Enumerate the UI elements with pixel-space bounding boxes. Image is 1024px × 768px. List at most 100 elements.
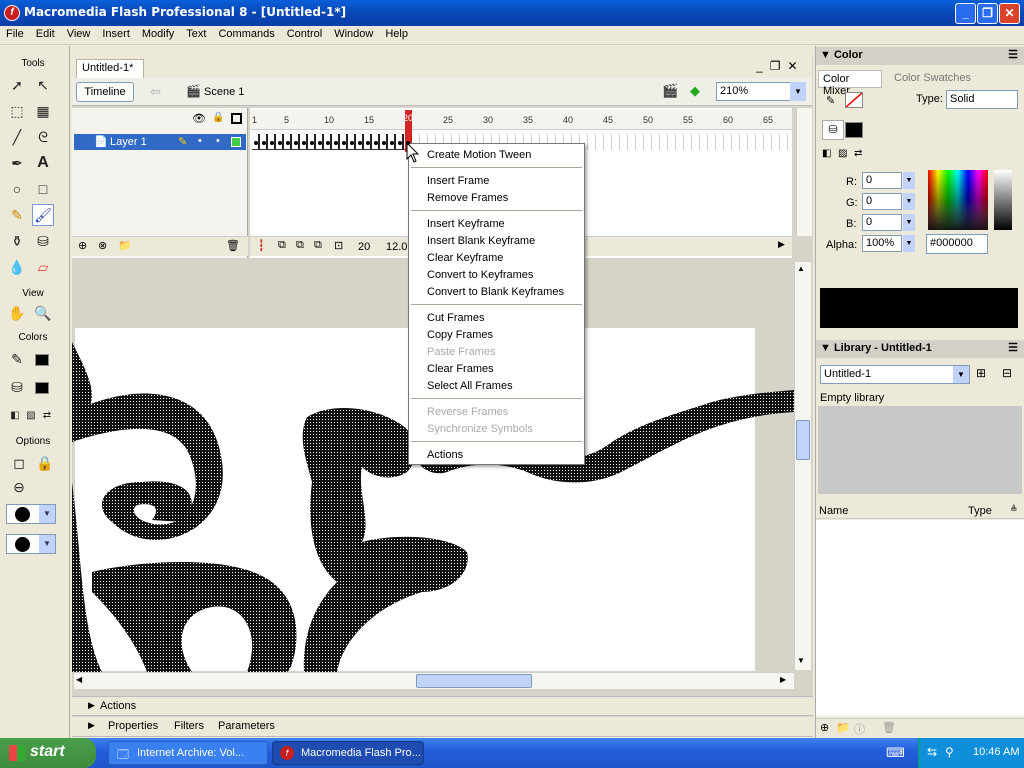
fill-color-swatch[interactable]	[845, 122, 863, 138]
stage-vscrollbar[interactable]: ▲ ▼	[794, 262, 811, 670]
edit-scene-icon[interactable]: 🎬	[662, 83, 678, 99]
keyframe-dot[interactable]	[390, 141, 394, 145]
keyframe-dot[interactable]	[278, 141, 282, 145]
brush-tool-icon[interactable]: 🖌	[32, 204, 54, 226]
color-spectrum[interactable]	[928, 170, 988, 230]
keyframe-dot[interactable]	[294, 141, 298, 145]
chevron-down-icon[interactable]: ▼	[953, 366, 969, 383]
stage-hscrollbar[interactable]: ◀ ▶	[74, 672, 794, 689]
scene-name[interactable]: Scene 1	[204, 86, 244, 98]
layer-visible-dot-icon[interactable]: •	[198, 135, 202, 147]
blue-input[interactable]: 0	[862, 214, 902, 231]
zoom-tool-icon[interactable]: 🔍	[32, 302, 54, 324]
new-folder-icon[interactable]: 📁	[836, 721, 850, 734]
properties-icon[interactable]: ⓘ	[854, 721, 865, 737]
keyboard-icon[interactable]: ⌨	[886, 745, 905, 761]
edit-multiple-frames-icon[interactable]: ⧉	[314, 239, 322, 252]
selection-tool-icon[interactable]: ➚	[6, 74, 28, 96]
menu-item-insert-keyframe[interactable]: Insert Keyframe	[427, 218, 505, 230]
swap-colors-icon[interactable]: ⇄	[854, 148, 862, 159]
onion-skin-outlines-icon[interactable]: ⧉	[296, 239, 304, 252]
chevron-down-icon[interactable]: ▼	[903, 214, 915, 231]
menu-help[interactable]: Help	[379, 26, 414, 40]
keyframe-dot[interactable]	[358, 141, 362, 145]
sort-icon[interactable]: ≜	[1010, 504, 1018, 515]
keyframe-dot[interactable]	[318, 141, 322, 145]
red-input[interactable]: 0	[862, 172, 902, 189]
keyframe-dot[interactable]	[262, 141, 266, 145]
green-input[interactable]: 0	[862, 193, 902, 210]
tab-properties[interactable]: Properties	[108, 720, 158, 732]
fill-color-swatch[interactable]	[35, 382, 49, 394]
keyframe-dot[interactable]	[254, 141, 258, 145]
object-drawing-icon[interactable]: ◻	[8, 452, 30, 474]
gradient-transform-tool-icon[interactable]: ▦	[32, 100, 54, 122]
stroke-color-swatch[interactable]	[35, 354, 49, 366]
lock-all-icon[interactable]: 🔒	[212, 112, 224, 123]
keyframe-dot[interactable]	[310, 141, 314, 145]
minimize-button[interactable]: _	[955, 3, 976, 24]
delete-icon[interactable]: 🗑	[882, 721, 896, 734]
menu-item-clear-keyframe[interactable]: Clear Keyframe	[427, 252, 503, 264]
timeline-toggle-button[interactable]: Timeline	[76, 82, 134, 102]
fill-type-select[interactable]: Solid	[946, 90, 1018, 109]
chevron-down-icon[interactable]: ▼	[903, 193, 915, 210]
free-transform-tool-icon[interactable]: ⬚	[6, 100, 28, 122]
brush-size-dropdown[interactable]: ▼	[6, 504, 56, 524]
center-frame-icon[interactable]: ┇	[258, 239, 265, 252]
menu-item-create-motion-tween[interactable]: Create Motion Tween	[427, 149, 531, 161]
lock-fill-icon[interactable]: 🔒	[34, 452, 56, 474]
menu-modify[interactable]: Modify	[136, 26, 180, 40]
layer-name[interactable]: Layer 1	[110, 136, 147, 148]
menu-commands[interactable]: Commands	[212, 26, 280, 40]
swap-colors-icon[interactable]: ⇄	[36, 404, 58, 426]
menu-window[interactable]: Window	[328, 26, 379, 40]
keyframe-dot[interactable]	[326, 141, 330, 145]
layer-outline-color-icon[interactable]	[231, 137, 241, 147]
tab-color-swatches[interactable]: Color Swatches	[894, 72, 971, 84]
brush-shape-dropdown[interactable]: ▼	[6, 534, 56, 554]
show-hide-all-icon[interactable]: 👁	[192, 112, 206, 125]
paint-bucket-tool-icon[interactable]: ⛁	[32, 230, 54, 252]
doc-minimize-button[interactable]: _	[756, 59, 770, 73]
hex-input[interactable]: #000000	[926, 234, 988, 254]
menu-item-clear-frames[interactable]: Clear Frames	[427, 363, 494, 375]
vscroll-thumb[interactable]	[796, 420, 810, 460]
chevron-down-icon[interactable]: ▼	[903, 235, 915, 252]
edit-symbols-icon[interactable]: ◆	[690, 83, 700, 99]
column-name[interactable]: Name	[819, 505, 848, 517]
subselection-tool-icon[interactable]: ↖	[32, 74, 54, 96]
keyframe-dot[interactable]	[366, 141, 370, 145]
menu-insert[interactable]: Insert	[96, 26, 136, 40]
keyframe-dot[interactable]	[382, 141, 386, 145]
menu-item-convert-to-keyframes[interactable]: Convert to Keyframes	[427, 269, 533, 281]
library-document-select[interactable]: Untitled-1	[820, 365, 970, 384]
scroll-left-icon[interactable]: ◀	[76, 675, 82, 684]
library-panel-header[interactable]: ▼ Library - Untitled-1 ☰	[816, 340, 1024, 358]
stroke-no-color-swatch[interactable]	[845, 92, 863, 108]
timeline-vscrollbar[interactable]	[796, 108, 812, 236]
pen-tool-icon[interactable]: ✒	[6, 152, 28, 174]
menu-item-select-all-frames[interactable]: Select All Frames	[427, 380, 513, 392]
network-icon[interactable]: ⇆	[927, 745, 937, 759]
properties-panel-header[interactable]: ▶ Properties Filters Parameters	[72, 717, 813, 737]
chevron-down-icon[interactable]: ▼	[790, 82, 806, 101]
keyframe-dot[interactable]	[270, 141, 274, 145]
add-motion-guide-icon[interactable]: ⊗	[98, 239, 107, 252]
brightness-slider[interactable]	[994, 170, 1012, 230]
panel-options-icon[interactable]: ☰	[1008, 341, 1018, 354]
delete-layer-icon[interactable]: 🗑	[226, 239, 240, 252]
keyframe-dot[interactable]	[302, 141, 306, 145]
keyframe-dot[interactable]	[398, 141, 402, 145]
insert-folder-icon[interactable]: 📁	[118, 239, 132, 252]
text-tool-icon[interactable]: A	[32, 152, 54, 174]
menu-text[interactable]: Text	[180, 26, 212, 40]
ink-bottle-tool-icon[interactable]: ⚱	[6, 230, 28, 252]
keyframe-dot[interactable]	[286, 141, 290, 145]
lasso-tool-icon[interactable]: ᘓ	[32, 126, 54, 148]
actions-panel-header[interactable]: ▶ Actions	[72, 696, 813, 716]
zoom-select[interactable]: 210%	[716, 82, 792, 101]
menu-item-cut-frames[interactable]: Cut Frames	[427, 312, 484, 324]
window-titlebar[interactable]: f Macromedia Flash Professional 8 - [Unt…	[0, 0, 1024, 26]
keyframe-dot[interactable]	[334, 141, 338, 145]
